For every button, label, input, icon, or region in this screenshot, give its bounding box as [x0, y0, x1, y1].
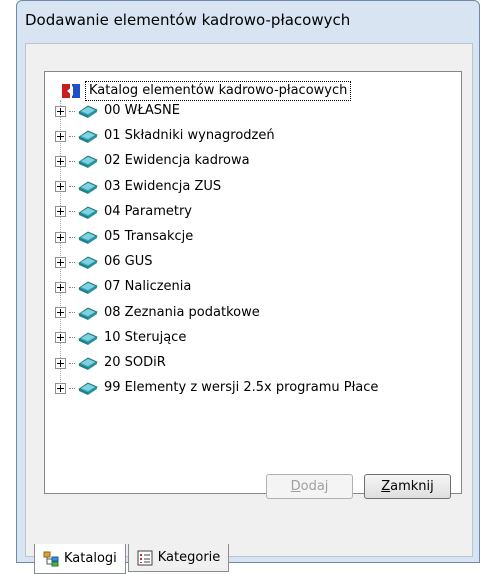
- expand-plus-icon[interactable]: [55, 231, 66, 243]
- tree-connector: [69, 312, 75, 314]
- close-button[interactable]: Zamknij: [364, 474, 451, 499]
- tree-node[interactable]: 06 GUS: [55, 253, 153, 271]
- tree-node[interactable]: 20 SODiR: [55, 354, 166, 372]
- expand-plus-icon[interactable]: [55, 105, 66, 117]
- add-button-label: odaj: [300, 479, 329, 494]
- list-icon: [137, 550, 153, 565]
- tree-node[interactable]: 01 Składniki wynagrodzeń: [55, 127, 275, 145]
- tree-node-label: 10 Sterujące: [104, 329, 187, 345]
- tree-node[interactable]: 99 Elementy z wersji 2.5x programu Płace: [55, 379, 378, 397]
- tab-categories[interactable]: Kategorie: [127, 544, 230, 572]
- tree-connector: [69, 110, 75, 112]
- tree-node-label: 20 SODiR: [104, 355, 166, 370]
- tree-root-label: Katalog elementów kadrowo-płacowych: [85, 81, 352, 101]
- close-button-label: amknij: [390, 479, 434, 494]
- add-button-accel: D: [290, 479, 301, 494]
- tree-root-node[interactable]: Katalog elementów kadrowo-płacowych: [61, 80, 352, 102]
- expand-plus-icon[interactable]: [55, 155, 66, 167]
- tab-catalogs[interactable]: Katalogi: [34, 544, 126, 574]
- tree-connector: [69, 211, 75, 213]
- book-icon: [77, 204, 99, 220]
- tree-node-label: 01 Składniki wynagrodzeń: [104, 128, 275, 144]
- book-icon: [77, 355, 99, 371]
- tree-structure-icon: [43, 551, 59, 566]
- expand-plus-icon[interactable]: [55, 382, 66, 394]
- expand-plus-icon[interactable]: [55, 281, 66, 293]
- expand-plus-icon[interactable]: [55, 181, 66, 193]
- dialog-window: Dodawanie elementów kadrowo-płacowych Ka…: [16, 0, 480, 574]
- tree-node-label: 03 Ewidencja ZUS: [104, 178, 222, 194]
- tree-connector: [69, 236, 75, 238]
- expand-plus-icon[interactable]: [55, 130, 66, 142]
- book-icon: [77, 153, 99, 169]
- book-icon: [77, 254, 99, 270]
- tree-node[interactable]: 03 Ewidencja ZUS: [55, 178, 221, 196]
- expand-plus-icon[interactable]: [55, 206, 66, 218]
- expand-plus-icon[interactable]: [55, 357, 66, 369]
- book-icon: [77, 128, 99, 144]
- tree-node-label: 05 Transakcje: [104, 229, 194, 244]
- tree-connector: [69, 135, 75, 137]
- tree-node[interactable]: 00 WŁASNE: [55, 102, 180, 120]
- tree-node[interactable]: 10 Sterujące: [55, 329, 186, 347]
- tree-node[interactable]: 07 Naliczenia: [55, 278, 191, 296]
- tree-connector: [69, 261, 75, 263]
- tree-node-label: 04 Parametry: [104, 203, 193, 219]
- tree-connector: [69, 387, 75, 389]
- catalog-tree[interactable]: Katalog elementów kadrowo-płacowych 00 W…: [44, 71, 462, 494]
- tree-node-label: 99 Elementy z wersji 2.5x programu Płace: [104, 380, 379, 396]
- tree-connector: [69, 337, 75, 339]
- expand-plus-icon[interactable]: [55, 256, 66, 268]
- tree-node-label: 08 Zeznania podatkowe: [104, 304, 260, 320]
- tree-node[interactable]: 04 Parametry: [55, 203, 192, 221]
- tree-connector: [69, 286, 75, 288]
- tab-catalogs-label: Katalogi: [64, 551, 117, 566]
- tree-node-label: 00 WŁASNE: [104, 103, 180, 118]
- add-button[interactable]: Dodaj: [266, 474, 353, 499]
- tree-connector: [69, 186, 75, 188]
- tree-node-label: 02 Ewidencja kadrowa: [104, 153, 250, 169]
- catalog-root-icon: [62, 84, 80, 98]
- tree-node-label: 07 Naliczenia: [104, 279, 192, 295]
- expand-plus-icon[interactable]: [55, 332, 66, 344]
- tree-node[interactable]: 08 Zeznania podatkowe: [55, 304, 260, 322]
- close-button-accel: Z: [381, 479, 391, 494]
- tree-connector: [69, 160, 75, 162]
- tree-node-label: 06 GUS: [104, 254, 153, 270]
- book-icon: [77, 279, 99, 295]
- book-icon: [77, 229, 99, 245]
- bottom-tab-strip: Katalogi Kategorie: [34, 544, 231, 574]
- book-icon: [77, 330, 99, 346]
- book-icon: [77, 103, 99, 119]
- window-title: Dodawanie elementów kadrowo-płacowych: [25, 11, 351, 29]
- book-icon: [77, 305, 99, 321]
- book-icon: [77, 179, 99, 195]
- expand-plus-icon[interactable]: [55, 307, 66, 319]
- dialog-client-area: Katalog elementów kadrowo-płacowych 00 W…: [25, 43, 473, 574]
- tree-node[interactable]: 05 Transakcje: [55, 228, 193, 246]
- book-icon: [77, 380, 99, 396]
- tree-connector: [69, 362, 75, 364]
- tree-node[interactable]: 02 Ewidencja kadrowa: [55, 152, 250, 170]
